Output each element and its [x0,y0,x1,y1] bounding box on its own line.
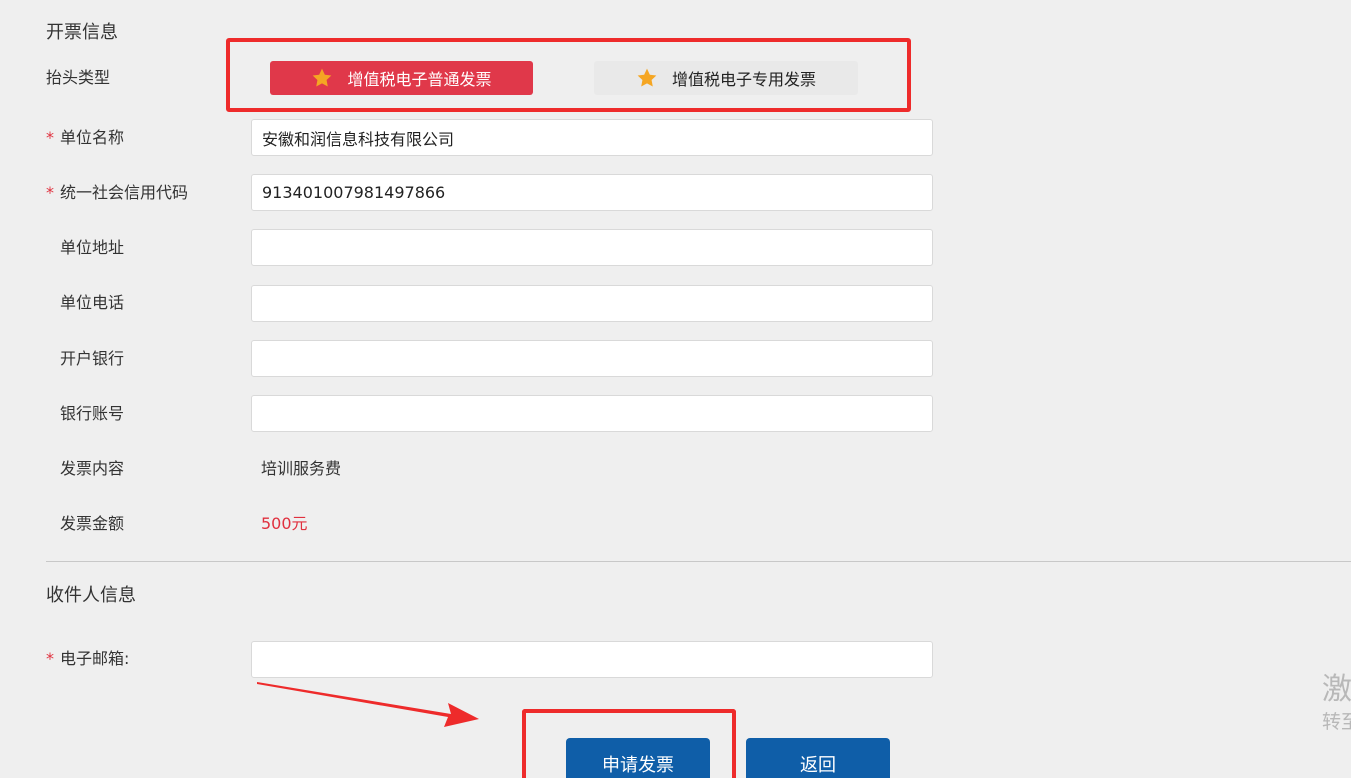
type-option-general-e-invoice[interactable]: 增值税电子普通发票 [270,61,533,95]
type-option-label: 增值税电子专用发票 [671,70,816,89]
bank-account-label: 银行账号 [60,404,125,423]
activation-watermark-line2: 转至 [1322,711,1351,733]
company-name-label: * 单位名称 [46,120,124,156]
invoice-section-title: 开票信息 [46,22,118,43]
invoice-amount-value: 500元 [261,514,308,533]
company-name-input[interactable] [251,119,933,156]
apply-invoice-button[interactable]: 申请发票 [566,738,710,778]
invoice-amount-label: 发票金额 [60,514,125,533]
back-button[interactable]: 返回 [746,738,890,778]
company-phone-input[interactable] [251,285,933,322]
invoice-form-page: 开票信息 抬头类型 增值税电子普通发票 增值税电子专用发票 *单位名称 *统一社… [0,0,1351,778]
star-icon [637,68,657,87]
type-option-special-e-invoice[interactable]: 增值税电子专用发票 [594,61,858,95]
required-mark: * [46,128,54,147]
required-mark: * [46,649,54,668]
bank-input[interactable] [251,340,933,377]
section-divider [46,561,1351,562]
invoice-content-label: 发票内容 [60,459,125,478]
star-icon [313,68,332,87]
email-input[interactable] [251,641,933,678]
credit-code-input[interactable] [251,174,933,211]
recipient-section-title: 收件人信息 [46,585,136,606]
header-type-label: 抬头类型 [46,68,111,87]
invoice-content-value: 培训服务费 [261,459,342,478]
credit-code-label: * 统一社会信用代码 [46,175,188,211]
email-label: * 电子邮箱: [46,641,129,677]
activation-watermark-line1: 激 [1322,672,1351,707]
bank-label: 开户银行 [60,349,125,368]
annotation-arrow-icon [257,682,479,727]
company-address-label: 单位地址 [60,238,125,257]
required-mark: * [46,183,54,202]
type-option-label: 增值税电子普通发票 [347,70,492,89]
bank-account-input[interactable] [251,395,933,432]
company-phone-label: 单位电话 [60,293,125,312]
company-address-input[interactable] [251,229,933,266]
